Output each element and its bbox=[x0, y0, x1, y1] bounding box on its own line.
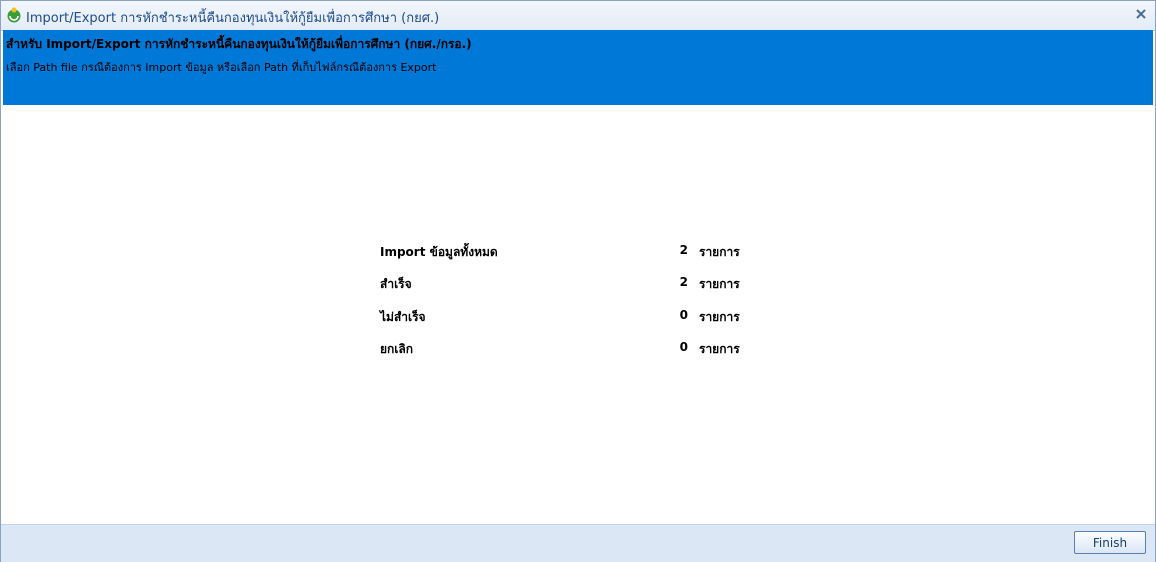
summary-value: 2 bbox=[679, 243, 688, 257]
summary-row-success: สำเร็จ 2 รายการ bbox=[380, 275, 800, 291]
finish-button[interactable]: Finish bbox=[1074, 531, 1146, 554]
summary-panel: Import ข้อมูลทั้งหมด 2 รายการ สำเร็จ 2 ร… bbox=[3, 105, 1153, 524]
summary-unit: รายการ bbox=[699, 245, 740, 259]
summary-row-total: Import ข้อมูลทั้งหมด 2 รายการ bbox=[380, 243, 800, 259]
summary-unit: รายการ bbox=[699, 310, 740, 324]
summary-label: ยกเลิก bbox=[380, 342, 414, 356]
summary-row-failed: ไม่สำเร็จ 0 รายการ bbox=[380, 308, 800, 324]
banner-description: เลือก Path file กรณีต้องการ Import ข้อมู… bbox=[6, 61, 437, 74]
summary-value: 0 bbox=[679, 340, 688, 354]
summary-row-cancelled: ยกเลิก 0 รายการ bbox=[380, 340, 800, 356]
summary-label: Import ข้อมูลทั้งหมด bbox=[380, 245, 498, 259]
window-title: Import/Export การหักชำระหนี้คืนกองทุนเงิ… bbox=[26, 11, 440, 26]
summary-label: ไม่สำเร็จ bbox=[380, 310, 426, 324]
app-logo-icon bbox=[6, 7, 22, 23]
footer-bar: Finish bbox=[1, 524, 1155, 562]
summary-unit: รายการ bbox=[699, 342, 740, 356]
summary-unit: รายการ bbox=[699, 277, 740, 291]
summary-value: 2 bbox=[679, 275, 688, 289]
title-bar: Import/Export การหักชำระหนี้คืนกองทุนเงิ… bbox=[1, 1, 1155, 31]
dialog-window: Import/Export การหักชำระหนี้คืนกองทุนเงิ… bbox=[0, 0, 1156, 562]
banner-title: สำหรับ Import/Export การหักชำระหนี้คืนกอ… bbox=[6, 37, 472, 51]
close-icon[interactable] bbox=[1133, 6, 1149, 22]
summary-value: 0 bbox=[679, 308, 688, 322]
summary-label: สำเร็จ bbox=[380, 277, 412, 291]
header-banner: สำหรับ Import/Export การหักชำระหนี้คืนกอ… bbox=[3, 30, 1153, 105]
